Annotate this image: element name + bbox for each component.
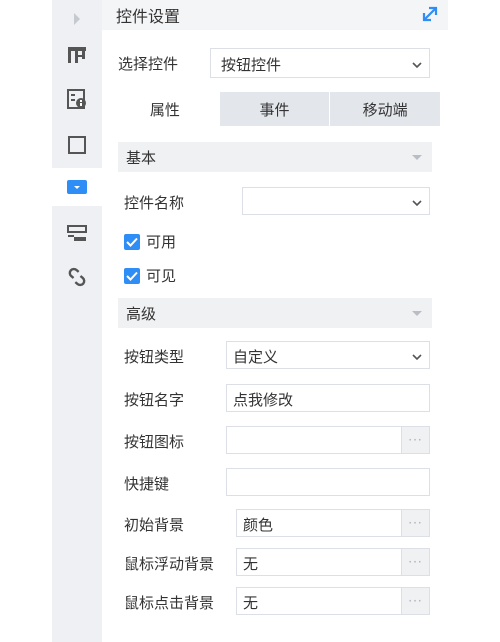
more-icon[interactable]: ··· xyxy=(401,427,429,453)
visible-checkbox[interactable]: 可见 xyxy=(124,265,176,286)
link-icon[interactable] xyxy=(52,258,102,296)
enabled-label: 可用 xyxy=(146,233,177,251)
chevron-down-icon xyxy=(411,195,423,213)
more-icon[interactable]: ··· xyxy=(401,549,429,575)
more-icon[interactable]: ··· xyxy=(401,510,429,536)
widget-name-label: 控件名称 xyxy=(124,194,185,212)
init-bg-label: 初始背景 xyxy=(124,516,185,534)
advanced-section-header[interactable]: 高级 xyxy=(118,298,432,328)
click-bg-value: 无 xyxy=(243,594,259,612)
hover-bg-input[interactable]: 无 ··· xyxy=(236,548,430,576)
visible-label: 可见 xyxy=(146,267,177,285)
select-widget-value: 按钮控件 xyxy=(221,56,282,74)
button-icon-label: 按钮图标 xyxy=(124,433,185,451)
enabled-checkbox[interactable]: 可用 xyxy=(124,231,176,252)
button-type-select[interactable]: 自定义 xyxy=(226,341,430,369)
button-name-input[interactable]: 点我修改 xyxy=(226,384,430,412)
tab-properties[interactable]: 属性 xyxy=(110,92,220,126)
click-bg-input[interactable]: 无 ··· xyxy=(236,587,430,615)
tab-events[interactable]: 事件 xyxy=(220,92,330,126)
widget-icon[interactable] xyxy=(52,168,102,206)
hotkey-input[interactable] xyxy=(226,468,430,496)
more-icon[interactable]: ··· xyxy=(401,588,429,614)
advanced-section-label: 高级 xyxy=(126,305,157,323)
button-type-value: 自定义 xyxy=(233,348,279,366)
chevron-down-icon xyxy=(411,349,423,367)
collapse-arrow-icon[interactable] xyxy=(52,0,102,38)
checkbox-icon xyxy=(124,267,140,284)
expand-icon[interactable] xyxy=(420,4,440,28)
hotkey-label: 快捷键 xyxy=(124,475,170,493)
checkbox-icon xyxy=(124,233,140,250)
button-name-value: 点我修改 xyxy=(233,391,294,409)
icon-rail xyxy=(52,0,102,642)
panel-title: 控件设置 xyxy=(116,7,181,26)
form-icon[interactable] xyxy=(52,80,102,118)
designer-window: 控件设置 选择控件 按钮控件 属性 事件 移动端 基本 控件名称 可用 可见 高… xyxy=(0,0,500,642)
hover-bg-label: 鼠标浮动背景 xyxy=(124,555,215,573)
button-icon-input[interactable]: ··· xyxy=(226,426,430,454)
button-name-label: 按钮名字 xyxy=(124,391,185,409)
chevron-down-icon xyxy=(411,57,423,75)
select-widget-dropdown[interactable]: 按钮控件 xyxy=(210,48,430,78)
select-widget-label: 选择控件 xyxy=(118,55,179,73)
widget-name-select[interactable] xyxy=(242,187,430,215)
basic-section-header[interactable]: 基本 xyxy=(118,142,432,172)
basic-section-label: 基本 xyxy=(126,149,157,167)
button-type-label: 按钮类型 xyxy=(124,348,185,366)
report-icon[interactable] xyxy=(52,214,102,252)
frame-icon[interactable] xyxy=(52,126,102,164)
right-margin xyxy=(448,0,500,642)
collapse-caret-icon xyxy=(412,155,422,160)
hover-bg-value: 无 xyxy=(243,555,259,573)
panel-header: 控件设置 xyxy=(102,0,448,30)
init-bg-input[interactable]: 颜色 ··· xyxy=(236,509,430,537)
tab-mobile[interactable]: 移动端 xyxy=(329,92,440,126)
init-bg-value: 颜色 xyxy=(243,516,274,534)
widget-settings-panel: 控件设置 选择控件 按钮控件 属性 事件 移动端 基本 控件名称 可用 可见 高… xyxy=(102,0,448,642)
click-bg-label: 鼠标点击背景 xyxy=(124,594,215,612)
layout-icon[interactable] xyxy=(52,36,102,74)
collapse-caret-icon xyxy=(412,311,422,316)
settings-tabs: 属性 事件 移动端 xyxy=(110,92,440,126)
